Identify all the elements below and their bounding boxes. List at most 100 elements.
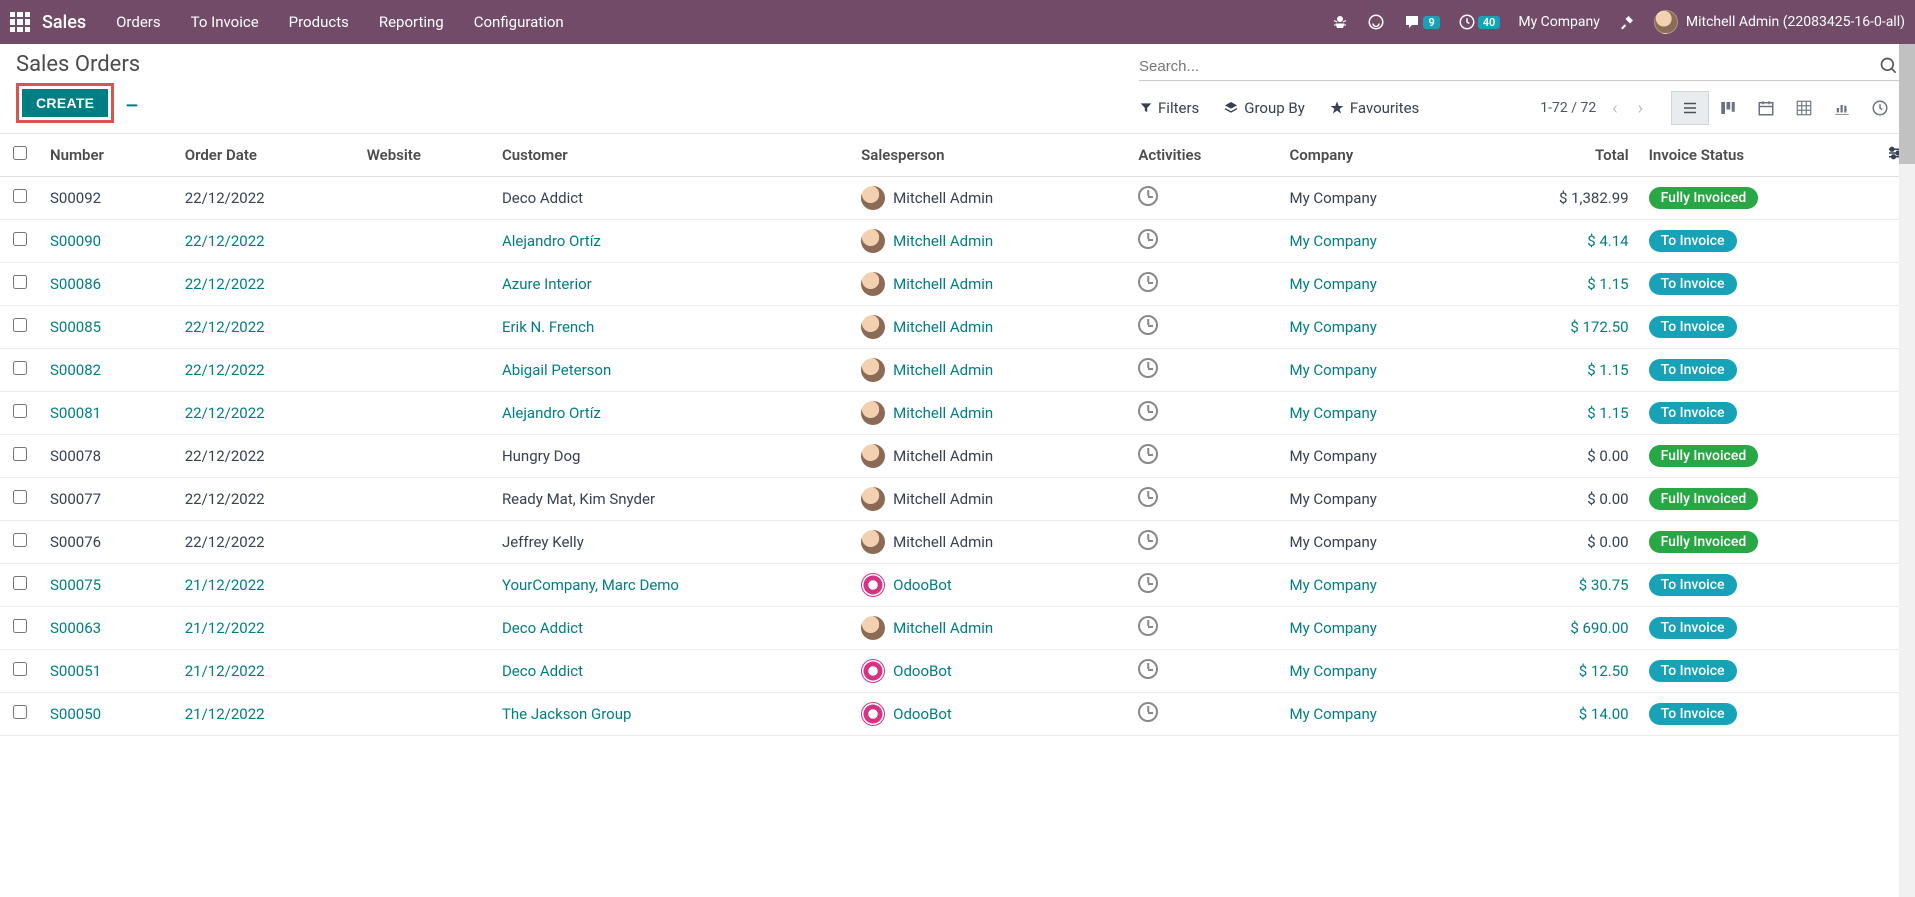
cell-company[interactable]: My Company xyxy=(1280,392,1476,435)
search-icon[interactable] xyxy=(1879,56,1899,76)
cell-company[interactable]: My Company xyxy=(1280,478,1476,521)
row-checkbox[interactable] xyxy=(13,318,27,332)
cell-number[interactable]: S00090 xyxy=(40,220,175,263)
row-checkbox[interactable] xyxy=(13,705,27,719)
table-row[interactable]: S00085 22/12/2022 Erik N. French Mitchel… xyxy=(0,306,1915,349)
nav-reporting[interactable]: Reporting xyxy=(379,13,444,31)
cell-salesperson[interactable]: OdooBot xyxy=(851,693,1128,736)
table-row[interactable]: S00086 22/12/2022 Azure Interior Mitchel… xyxy=(0,263,1915,306)
cell-salesperson[interactable]: OdooBot xyxy=(851,564,1128,607)
cell-company[interactable]: My Company xyxy=(1280,521,1476,564)
cell-activities[interactable] xyxy=(1128,263,1279,306)
cell-salesperson[interactable]: Mitchell Admin xyxy=(851,306,1128,349)
cell-activities[interactable] xyxy=(1128,435,1279,478)
apps-icon[interactable] xyxy=(10,12,30,32)
cell-customer[interactable]: Erik N. French xyxy=(492,306,851,349)
favourites-button[interactable]: Favourites xyxy=(1329,99,1419,117)
cell-number[interactable]: S00092 xyxy=(40,177,175,220)
table-row[interactable]: S00050 21/12/2022 The Jackson Group Odoo… xyxy=(0,693,1915,736)
cell-customer[interactable]: YourCompany, Marc Demo xyxy=(492,564,851,607)
debug-icon[interactable] xyxy=(1331,13,1349,31)
view-kanban[interactable] xyxy=(1709,91,1747,125)
import-icon[interactable] xyxy=(124,93,140,113)
groupby-button[interactable]: Group By xyxy=(1223,99,1305,117)
table-row[interactable]: S00092 22/12/2022 Deco Addict Mitchell A… xyxy=(0,177,1915,220)
pager-next[interactable]: › xyxy=(1634,98,1647,119)
cell-customer[interactable]: Jeffrey Kelly xyxy=(492,521,851,564)
create-button[interactable]: CREATE xyxy=(22,89,108,117)
cell-activities[interactable] xyxy=(1128,306,1279,349)
row-checkbox[interactable] xyxy=(13,490,27,504)
col-activities[interactable]: Activities xyxy=(1128,134,1279,177)
cell-number[interactable]: S00050 xyxy=(40,693,175,736)
cell-customer[interactable]: Azure Interior xyxy=(492,263,851,306)
nav-orders[interactable]: Orders xyxy=(116,13,161,31)
cell-company[interactable]: My Company xyxy=(1280,349,1476,392)
col-company[interactable]: Company xyxy=(1280,134,1476,177)
cell-salesperson[interactable]: Mitchell Admin xyxy=(851,349,1128,392)
cell-number[interactable]: S00078 xyxy=(40,435,175,478)
row-checkbox[interactable] xyxy=(13,404,27,418)
cell-company[interactable]: My Company xyxy=(1280,177,1476,220)
row-checkbox[interactable] xyxy=(13,232,27,246)
cell-company[interactable]: My Company xyxy=(1280,650,1476,693)
filters-button[interactable]: Filters xyxy=(1139,99,1199,117)
col-order-date[interactable]: Order Date xyxy=(175,134,357,177)
activities-icon[interactable]: 40 xyxy=(1458,13,1501,31)
cell-activities[interactable] xyxy=(1128,177,1279,220)
cell-salesperson[interactable]: Mitchell Admin xyxy=(851,435,1128,478)
cell-number[interactable]: S00063 xyxy=(40,607,175,650)
cell-company[interactable]: My Company xyxy=(1280,607,1476,650)
messaging-icon[interactable]: 9 xyxy=(1403,13,1439,31)
col-number[interactable]: Number xyxy=(40,134,175,177)
cell-customer[interactable]: Hungry Dog xyxy=(492,435,851,478)
cell-activities[interactable] xyxy=(1128,478,1279,521)
user-menu[interactable]: Mitchell Admin (22083425-16-0-all) xyxy=(1654,10,1905,34)
cell-number[interactable]: S00086 xyxy=(40,263,175,306)
cell-number[interactable]: S00077 xyxy=(40,478,175,521)
col-invoice-status[interactable]: Invoice Status xyxy=(1639,134,1875,177)
pager-prev[interactable]: ‹ xyxy=(1608,98,1621,119)
table-row[interactable]: S00081 22/12/2022 Alejandro Ortíz Mitche… xyxy=(0,392,1915,435)
cell-customer[interactable]: Ready Mat, Kim Snyder xyxy=(492,478,851,521)
cell-salesperson[interactable]: Mitchell Admin xyxy=(851,220,1128,263)
view-list[interactable] xyxy=(1671,91,1709,125)
cell-salesperson[interactable]: Mitchell Admin xyxy=(851,263,1128,306)
cell-salesperson[interactable]: Mitchell Admin xyxy=(851,177,1128,220)
table-row[interactable]: S00082 22/12/2022 Abigail Peterson Mitch… xyxy=(0,349,1915,392)
tools-icon[interactable] xyxy=(1618,13,1636,31)
cell-activities[interactable] xyxy=(1128,220,1279,263)
row-checkbox[interactable] xyxy=(13,576,27,590)
cell-number[interactable]: S00076 xyxy=(40,521,175,564)
search-input[interactable] xyxy=(1139,58,1879,75)
nav-to-invoice[interactable]: To Invoice xyxy=(191,13,259,31)
cell-customer[interactable]: Deco Addict xyxy=(492,650,851,693)
support-icon[interactable] xyxy=(1367,13,1385,31)
cell-activities[interactable] xyxy=(1128,564,1279,607)
cell-company[interactable]: My Company xyxy=(1280,564,1476,607)
cell-salesperson[interactable]: Mitchell Admin xyxy=(851,392,1128,435)
nav-configuration[interactable]: Configuration xyxy=(474,13,564,31)
scrollbar[interactable] xyxy=(1899,44,1915,897)
table-row[interactable]: S00077 22/12/2022 Ready Mat, Kim Snyder … xyxy=(0,478,1915,521)
view-graph[interactable] xyxy=(1823,91,1861,125)
brand[interactable]: Sales xyxy=(42,12,86,33)
company-switcher[interactable]: My Company xyxy=(1518,14,1600,30)
nav-products[interactable]: Products xyxy=(289,13,349,31)
view-activity[interactable] xyxy=(1861,91,1899,125)
cell-company[interactable]: My Company xyxy=(1280,693,1476,736)
cell-customer[interactable]: Alejandro Ortíz xyxy=(492,392,851,435)
cell-number[interactable]: S00051 xyxy=(40,650,175,693)
cell-salesperson[interactable]: OdooBot xyxy=(851,650,1128,693)
cell-company[interactable]: My Company xyxy=(1280,306,1476,349)
cell-company[interactable]: My Company xyxy=(1280,263,1476,306)
col-total[interactable]: Total xyxy=(1475,134,1638,177)
row-checkbox[interactable] xyxy=(13,189,27,203)
view-pivot[interactable] xyxy=(1785,91,1823,125)
table-row[interactable]: S00076 22/12/2022 Jeffrey Kelly Mitchell… xyxy=(0,521,1915,564)
cell-customer[interactable]: The Jackson Group xyxy=(492,693,851,736)
cell-salesperson[interactable]: Mitchell Admin xyxy=(851,478,1128,521)
row-checkbox[interactable] xyxy=(13,533,27,547)
col-website[interactable]: Website xyxy=(357,134,492,177)
cell-number[interactable]: S00085 xyxy=(40,306,175,349)
